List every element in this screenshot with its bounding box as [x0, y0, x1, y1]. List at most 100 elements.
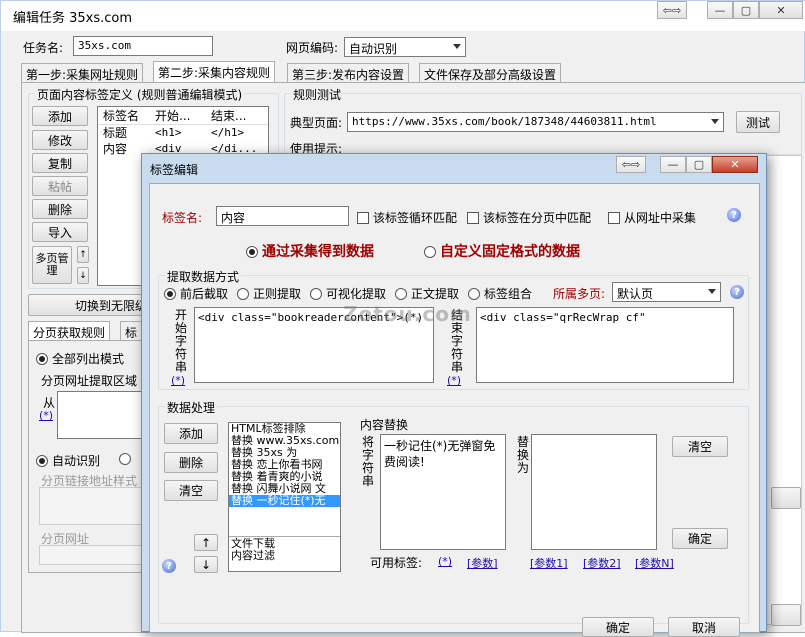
asterisk-link[interactable]: (*): [39, 409, 53, 422]
multipage-select[interactable]: 默认页: [612, 282, 721, 302]
start-star-link[interactable]: (*): [171, 374, 185, 387]
ok-button[interactable]: 确定: [582, 617, 654, 637]
replace-to-input[interactable]: [531, 434, 657, 550]
tab-step2[interactable]: 第二步:采集内容规则: [153, 61, 276, 82]
right-edge-button[interactable]: [771, 487, 801, 509]
group-title: 规则测试: [291, 86, 344, 103]
copy-button[interactable]: 复制: [32, 153, 88, 173]
page-url-input[interactable]: [39, 545, 143, 565]
close-button[interactable]: ✕: [712, 156, 758, 173]
watermark: Zotou.com: [343, 302, 472, 326]
radio-label: 前后截取: [180, 287, 229, 301]
import-button[interactable]: 导入: [32, 222, 88, 242]
proc-delete-button[interactable]: 删除: [164, 452, 218, 473]
tag-name-label: 标签名:: [162, 211, 203, 225]
collect-mode-radio[interactable]: 通过采集得到数据: [246, 241, 374, 261]
replace-from-input[interactable]: 一秒记住(*)无弹窗免费阅读!: [380, 434, 506, 550]
replace-to-label: 替换为: [516, 435, 529, 475]
process-list[interactable]: HTML标签排除 替换 www.35xs.com 替换 35xs 为 替换 恋上…: [228, 422, 341, 572]
cancel-button[interactable]: 取消: [668, 617, 740, 637]
multipage-button[interactable]: 多页管理: [32, 246, 72, 284]
avail-param-link[interactable]: [参数]: [467, 555, 498, 571]
extract-option-visual[interactable]: 可视化提取: [310, 285, 386, 302]
tab-label: 第二步:采集内容规则: [158, 66, 271, 80]
window-title: 编辑任务 35xs.com: [13, 11, 133, 26]
tab-label-other[interactable]: 标: [120, 321, 143, 340]
available-tags-label: 可用标签:: [370, 556, 423, 570]
extract-option-combo[interactable]: 标签组合: [468, 285, 532, 302]
encoding-select[interactable]: 自动识别: [344, 37, 466, 57]
minimize-button[interactable]: —: [707, 1, 733, 19]
loop-match-checkbox[interactable]: 该标签循环匹配: [357, 209, 457, 226]
manual-radio[interactable]: [119, 452, 135, 466]
avail-star-link[interactable]: (*): [438, 555, 452, 568]
radio-icon: [246, 246, 258, 258]
close-button[interactable]: ✕: [759, 1, 803, 19]
tab-step1[interactable]: 第一步:采集网址规则: [21, 63, 144, 82]
multipage-label: 所属多页:: [553, 287, 606, 301]
tab-label: 文件保存及部分高级设置: [424, 68, 557, 82]
restore-arrows-icon[interactable]: ⇦⇨: [657, 1, 687, 19]
tab-step3[interactable]: 第三步:发布内容设置: [287, 63, 410, 82]
all-list-radio[interactable]: 全部列出模式: [36, 350, 124, 367]
move-down-button[interactable]: ↓: [194, 556, 218, 573]
typical-page-select[interactable]: https://www.35xs.com/book/187348/4460381…: [347, 112, 724, 132]
radio-icon: [119, 453, 131, 465]
extract-option-body[interactable]: 正文提取: [395, 285, 459, 302]
tag-name-input[interactable]: 内容: [216, 206, 349, 226]
replace-confirm-button[interactable]: 确定: [672, 528, 728, 549]
delete-button[interactable]: 删除: [32, 199, 88, 219]
minimize-button[interactable]: —: [660, 156, 686, 173]
down-arrow-icon[interactable]: ↓: [77, 267, 89, 284]
encoding-label: 网页编码:: [286, 41, 339, 55]
maximize-button[interactable]: ▢: [686, 156, 712, 173]
radio-label: 全部列出模式: [52, 352, 125, 366]
fixed-mode-radio[interactable]: 自定义固定格式的数据: [424, 241, 580, 261]
page-match-checkbox[interactable]: 该标签在分页中匹配: [467, 209, 591, 226]
table-row[interactable]: 标题 <h1> </h1>: [98, 125, 268, 141]
switch-unlimited-button[interactable]: 切换到无限级: [28, 294, 154, 316]
radio-label: 可视化提取: [326, 287, 387, 301]
from-url-checkbox[interactable]: 从网址中采集: [608, 209, 696, 226]
move-up-button[interactable]: ↑: [194, 534, 218, 551]
replace-group-title: 内容替换: [360, 418, 409, 432]
restore-arrows-icon[interactable]: ⇦⇨: [616, 156, 646, 173]
edit-button[interactable]: 修改: [32, 130, 88, 150]
tab-pagination[interactable]: 分页获取规则: [28, 321, 111, 341]
task-name-label: 任务名:: [23, 41, 64, 55]
replace-clear-button[interactable]: 清空: [672, 436, 728, 457]
radio-label: 正则提取: [253, 287, 302, 301]
tab-label: 分页获取规则: [33, 326, 106, 340]
proc-add-button[interactable]: 添加: [164, 423, 218, 444]
task-name-input[interactable]: 35xs.com: [73, 36, 213, 56]
checkbox-icon: [608, 212, 620, 224]
help-icon[interactable]: ?: [730, 285, 744, 299]
right-edge-button-bottom[interactable]: [771, 604, 801, 626]
end-star-link[interactable]: (*): [447, 374, 461, 387]
maximize-button[interactable]: ▢: [733, 1, 759, 19]
link-style-input[interactable]: [39, 487, 143, 525]
extract-option-regex[interactable]: 正则提取: [237, 285, 301, 302]
end-string-input[interactable]: <div class="qrRecWrap cf": [476, 307, 734, 383]
auto-detect-radio[interactable]: 自动识别: [36, 452, 100, 469]
avail-param2-link[interactable]: [参数2]: [583, 555, 621, 571]
list-item[interactable]: 内容过滤: [231, 550, 275, 562]
paste-button[interactable]: 粘帖: [32, 176, 88, 196]
tab-label: 第一步:采集网址规则: [26, 68, 139, 82]
tab-file-save[interactable]: 文件保存及部分高级设置: [419, 63, 562, 82]
radio-icon: [310, 288, 322, 300]
proc-clear-button[interactable]: 清空: [164, 480, 218, 501]
up-arrow-icon[interactable]: ↑: [77, 246, 89, 263]
list-item-selected[interactable]: 替换 一秒记住(*)无: [229, 495, 340, 507]
radio-label: 标签组合: [484, 287, 533, 301]
add-button[interactable]: 添加: [32, 106, 88, 126]
test-button[interactable]: 测试: [736, 111, 780, 133]
radio-icon: [237, 288, 249, 300]
chevron-down-icon: [453, 44, 461, 49]
extract-option-before-after[interactable]: 前后截取: [164, 285, 228, 302]
avail-param1-link[interactable]: [参数1]: [530, 555, 568, 571]
avail-paramN-link[interactable]: [参数N]: [635, 555, 674, 571]
help-icon[interactable]: ?: [727, 208, 741, 222]
region-start-input[interactable]: [57, 391, 147, 439]
help-icon[interactable]: ?: [162, 559, 176, 573]
